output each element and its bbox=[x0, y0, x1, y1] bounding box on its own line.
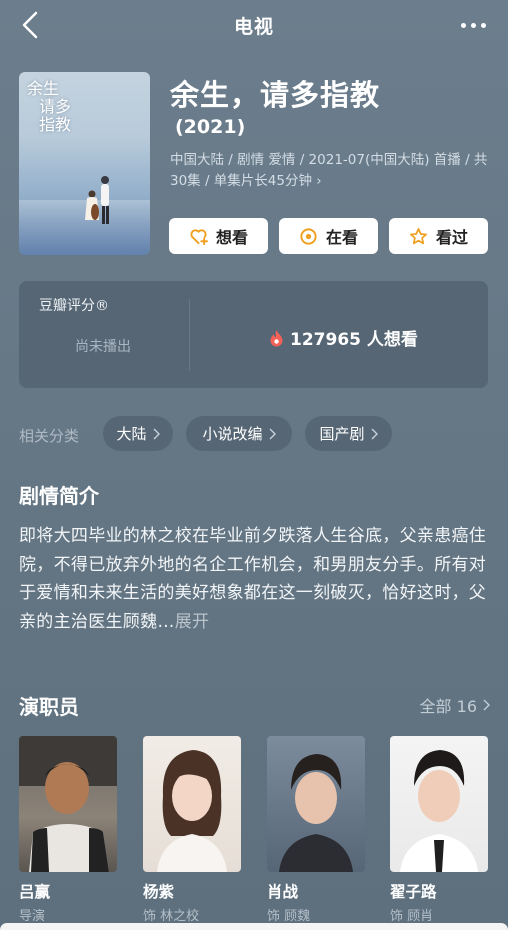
cast-role: 饰 顾肖 bbox=[390, 909, 434, 924]
want-count-text: 127965 人想看 bbox=[290, 330, 418, 350]
cast-photo[interactable] bbox=[267, 736, 365, 872]
rating-panel[interactable]: 豆瓣评分® 尚未播出 127965 人想看 bbox=[19, 281, 488, 388]
cast-name: 肖战 bbox=[267, 883, 299, 901]
poster-figures bbox=[85, 176, 109, 224]
poster-title-art: 余生 请多 指教 bbox=[27, 79, 72, 134]
portrait-placeholder bbox=[279, 754, 353, 872]
poster-image[interactable]: 余生 请多 指教 bbox=[19, 72, 150, 255]
want-count: 127965 人想看 bbox=[269, 325, 418, 350]
watching-label: 在看 bbox=[325, 228, 358, 247]
chevron-right-icon bbox=[483, 699, 490, 711]
category-label: 相关分类 bbox=[19, 427, 80, 445]
cast-heading: 演职员 bbox=[19, 695, 79, 719]
cast-photo[interactable] bbox=[390, 736, 488, 872]
watching-button[interactable]: 在看 bbox=[279, 218, 378, 254]
cast-role: 导演 bbox=[19, 909, 46, 924]
watched-label: 看过 bbox=[435, 228, 468, 247]
more-dots-icon bbox=[461, 22, 466, 28]
chevron-right-icon bbox=[269, 428, 276, 439]
chevron-right-icon bbox=[371, 428, 378, 439]
movie-meta[interactable]: 中国大陆 / 剧情 爱情 / 2021-07(中国大陆) 首播 / 共30集 /… bbox=[170, 150, 495, 192]
douban-rating-label: 豆瓣评分® bbox=[39, 298, 109, 314]
category-chip-domestic-drama[interactable]: 国产剧 bbox=[305, 416, 392, 451]
cast-name: 杨紫 bbox=[143, 883, 175, 901]
want-to-watch-button[interactable]: 想看 bbox=[169, 218, 268, 254]
category-chip-novel-adaptation[interactable]: 小说改编 bbox=[186, 416, 292, 451]
heart-plus-icon bbox=[190, 228, 208, 245]
star-icon bbox=[410, 227, 427, 244]
movie-year: (2021) bbox=[175, 116, 246, 138]
expand-link[interactable]: 展开 bbox=[175, 612, 210, 632]
page-title: 电视 bbox=[233, 16, 274, 38]
synopsis-text[interactable]: 即将大四毕业的林之校在毕业前夕跌落人生谷底，父亲患癌住院，不得已放弃外地的名企工… bbox=[19, 522, 489, 636]
more-button[interactable] bbox=[461, 14, 486, 36]
cast-photo[interactable] bbox=[19, 736, 117, 872]
movie-title: 余生，请多指教 bbox=[170, 78, 381, 112]
rating-status: 尚未播出 bbox=[75, 339, 131, 355]
all-cast-link[interactable]: 全部 16 bbox=[420, 693, 490, 717]
top-bar: 电视 bbox=[0, 0, 508, 52]
cast-role: 饰 林之校 bbox=[143, 909, 200, 924]
synopsis-heading: 剧情简介 bbox=[19, 484, 99, 508]
cast-name: 翟子路 bbox=[390, 883, 437, 901]
portrait-placeholder bbox=[157, 750, 227, 872]
target-icon bbox=[300, 227, 317, 245]
bottom-sheet-edge bbox=[0, 923, 508, 930]
watched-button[interactable]: 看过 bbox=[389, 218, 488, 254]
chevron-right-icon bbox=[153, 428, 160, 439]
portrait-placeholder bbox=[19, 736, 117, 872]
rating-divider bbox=[189, 299, 190, 371]
portrait-placeholder bbox=[400, 750, 478, 872]
cast-role: 饰 顾魏 bbox=[267, 909, 311, 924]
cast-name: 吕赢 bbox=[19, 883, 51, 901]
cast-photo[interactable] bbox=[143, 736, 241, 872]
want-to-watch-label: 想看 bbox=[215, 228, 248, 247]
flame-icon bbox=[270, 329, 283, 346]
category-chip-mainland[interactable]: 大陆 bbox=[103, 416, 173, 451]
